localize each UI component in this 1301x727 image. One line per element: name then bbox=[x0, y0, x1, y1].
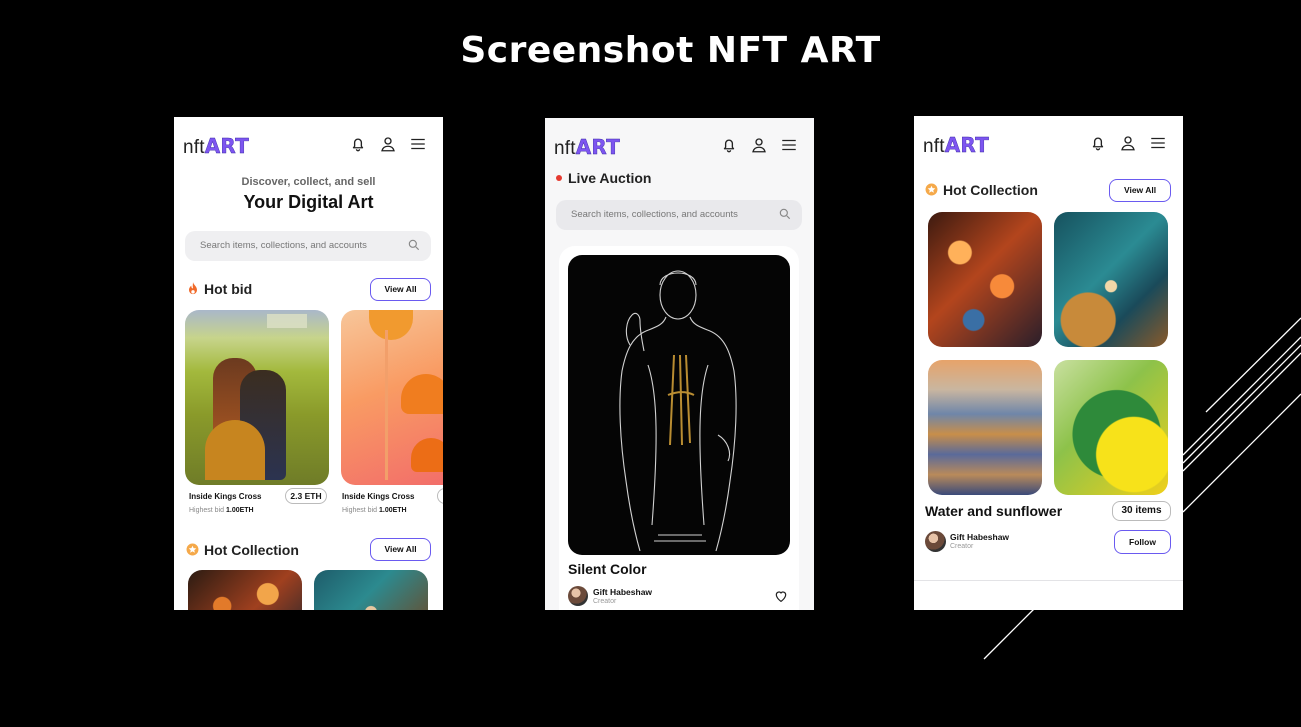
top-bar: nftART bbox=[914, 116, 1183, 172]
bell-icon[interactable] bbox=[720, 136, 738, 154]
hot-bid-card-2-title: Inside Kings Cross bbox=[342, 492, 415, 501]
hero-title: Your Digital Art bbox=[243, 192, 374, 212]
logo[interactable]: nftART bbox=[923, 133, 989, 158]
hot-bid-card-2-bid: Highest bid 1.00ETH bbox=[342, 507, 407, 514]
auction-screen: nftART Live Auction Search items, collec… bbox=[545, 118, 814, 610]
avatar[interactable] bbox=[925, 531, 946, 552]
search-icon[interactable] bbox=[407, 238, 421, 252]
hot-collection-view-all-button[interactable]: View All bbox=[370, 538, 431, 561]
auction-card[interactable]: Silent Color Gift Habeshaw Creator bbox=[559, 246, 799, 610]
search-placeholder: Search items, collections, and accounts bbox=[200, 240, 367, 251]
top-bar: nftART bbox=[545, 118, 814, 174]
user-icon[interactable] bbox=[1119, 134, 1137, 152]
hot-bid-card-1-price: 2.3 ETH bbox=[285, 488, 327, 504]
follow-button[interactable]: Follow bbox=[1114, 530, 1171, 554]
hot-bid-view-all-button[interactable]: View All bbox=[370, 278, 431, 301]
hot-collection-title: Hot Collection bbox=[943, 182, 1038, 198]
collection-name: Water and sunflower bbox=[925, 503, 1063, 519]
auction-artwork[interactable] bbox=[568, 255, 790, 555]
avatar[interactable] bbox=[568, 586, 588, 606]
hero-eyebrow: Discover, collect, and sell bbox=[241, 176, 376, 188]
search-bar[interactable]: Search items, collections, and accounts bbox=[185, 231, 431, 261]
view-all-button[interactable]: View All bbox=[1109, 179, 1171, 202]
hot-bid-card-1-bid: Highest bid 1.00ETH bbox=[189, 507, 254, 514]
logo[interactable]: nftART bbox=[183, 134, 249, 159]
logo[interactable]: nftART bbox=[554, 135, 620, 160]
divider bbox=[914, 580, 1183, 581]
menu-icon[interactable] bbox=[780, 136, 798, 154]
collection-thumb-1[interactable] bbox=[188, 570, 302, 610]
creator-name[interactable]: Gift Habeshaw bbox=[950, 532, 1009, 542]
collection-artwork-2[interactable] bbox=[1054, 212, 1168, 347]
live-indicator bbox=[556, 175, 562, 181]
hot-bid-card-2-price bbox=[437, 488, 443, 504]
hot-bid-artwork-1[interactable] bbox=[185, 310, 329, 485]
items-count-badge: 30 items bbox=[1112, 501, 1171, 521]
hot-bid-artwork-2[interactable] bbox=[341, 310, 443, 485]
bell-icon[interactable] bbox=[349, 135, 367, 153]
collection-screen: nftART Hot Collection View All Water and… bbox=[914, 116, 1183, 610]
star-badge-icon bbox=[186, 543, 199, 556]
hot-collection-title: Hot Collection bbox=[204, 542, 299, 558]
top-bar: nftART bbox=[174, 117, 443, 173]
collection-thumb-2[interactable] bbox=[314, 570, 428, 610]
user-icon[interactable] bbox=[379, 135, 397, 153]
buddha-artwork bbox=[619, 270, 737, 552]
hot-bid-title: Hot bid bbox=[204, 281, 253, 297]
search-placeholder: Search items, collections, and accounts bbox=[571, 209, 738, 220]
heart-icon[interactable] bbox=[773, 588, 789, 604]
menu-icon[interactable] bbox=[409, 135, 427, 153]
creator-role: Creator bbox=[950, 543, 974, 550]
hot-bid-card-1-title: Inside Kings Cross bbox=[189, 492, 262, 501]
collection-artwork-3[interactable] bbox=[928, 360, 1042, 495]
collection-artwork-1[interactable] bbox=[928, 212, 1042, 347]
star-badge-icon bbox=[925, 183, 938, 196]
auction-item-title: Silent Color bbox=[568, 561, 647, 577]
live-auction-title: Live Auction bbox=[568, 170, 652, 186]
creator-name[interactable]: Gift Habeshaw bbox=[593, 587, 652, 597]
user-icon[interactable] bbox=[750, 136, 768, 154]
collection-artwork-4[interactable] bbox=[1054, 360, 1168, 495]
home-screen: nftART Discover, collect, and sell Your … bbox=[174, 117, 443, 610]
search-bar[interactable]: Search items, collections, and accounts bbox=[556, 200, 802, 230]
creator-role: Creator bbox=[593, 598, 617, 605]
menu-icon[interactable] bbox=[1149, 134, 1167, 152]
fire-icon bbox=[189, 282, 197, 295]
search-icon[interactable] bbox=[778, 207, 792, 221]
bell-icon[interactable] bbox=[1089, 134, 1107, 152]
